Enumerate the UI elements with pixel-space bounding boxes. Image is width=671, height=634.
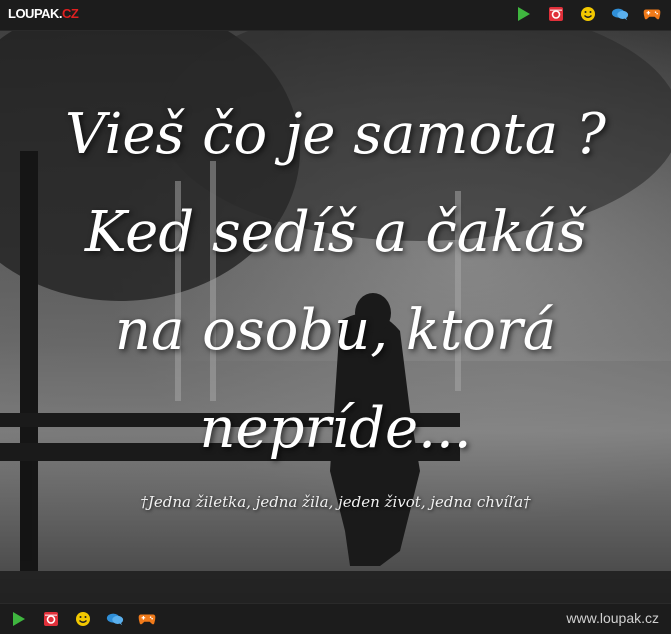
bottom-bar: www.loupak.cz [0,603,671,634]
top-icon-row [515,5,661,23]
play-icon[interactable] [515,5,533,23]
smiley-icon[interactable] [74,610,92,628]
bottom-icon-row [10,610,156,628]
site-logo[interactable]: LOUPAK.CZ [8,6,79,21]
quote-line: nepríde... [199,396,472,461]
quote-line: na osobu, ktorá [114,298,557,363]
top-bar: LOUPAK.CZ [0,0,671,31]
play-icon[interactable] [10,610,28,628]
chat-icon[interactable] [611,5,629,23]
instagram-icon[interactable] [42,610,60,628]
site-url-link[interactable]: www.loupak.cz [566,610,659,626]
quote-image: Vieš čo je samota ? Ked sedíš a čakáš na… [0,31,671,603]
smiley-icon[interactable] [579,5,597,23]
gamepad-icon[interactable] [138,610,156,628]
chat-icon[interactable] [106,610,124,628]
gamepad-icon[interactable] [643,5,661,23]
quote-text: Vieš čo je samota ? Ked sedíš a čakáš na… [0,86,671,478]
instagram-icon[interactable] [547,5,565,23]
quote-line: Vieš čo je samota ? [65,102,606,167]
quote-caption: †Jedna žiletka, jedna žila, jeden život,… [140,493,531,511]
quote-line: Ked sedíš a čakáš [84,200,587,265]
